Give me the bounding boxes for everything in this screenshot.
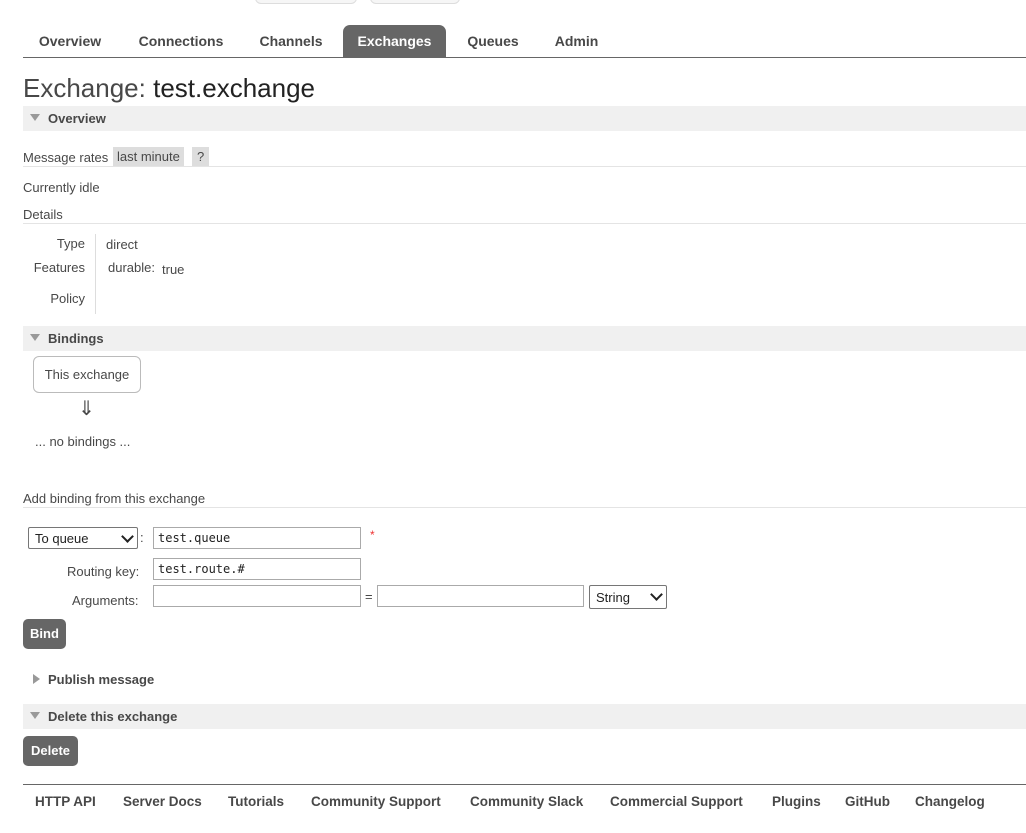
- colon-separator: :: [140, 530, 144, 545]
- type-value: direct: [106, 237, 138, 252]
- no-bindings-text: ... no bindings ...: [35, 434, 131, 449]
- tab-channels[interactable]: Channels: [245, 25, 337, 57]
- top-button-stub: [255, 0, 357, 4]
- top-button-stub: [370, 0, 460, 4]
- equals-sign: =: [365, 589, 373, 604]
- type-label: Type: [56, 236, 85, 251]
- destination-type-select[interactable]: To queue: [28, 527, 138, 549]
- help-button[interactable]: ?: [192, 147, 210, 166]
- argument-type-value: String: [596, 590, 630, 605]
- details-divider: [95, 234, 96, 314]
- collapse-triangle-icon: [30, 334, 40, 341]
- policy-label: Policy: [50, 291, 85, 306]
- arguments-label: Arguments:: [72, 593, 139, 608]
- footer-link-http-api[interactable]: HTTP API: [35, 794, 96, 809]
- status-text: Currently idle: [23, 180, 100, 195]
- routing-key-label: Routing key:: [67, 564, 140, 579]
- tab-overview[interactable]: Overview: [23, 25, 117, 57]
- feature-durable-value: true: [162, 262, 185, 277]
- add-binding-heading: Add binding from this exchange: [23, 491, 206, 506]
- down-arrow-icon: ⇓: [78, 398, 95, 420]
- footer-link-changelog[interactable]: Changelog: [915, 794, 985, 809]
- chevron-down-icon: [650, 588, 663, 601]
- collapse-triangle-icon: [30, 712, 40, 719]
- tab-connections[interactable]: Connections: [126, 25, 236, 57]
- footer-link-commercial-support[interactable]: Commercial Support: [610, 794, 743, 809]
- section-delete-toggle[interactable]: Delete this exchange: [23, 704, 1026, 729]
- destination-input[interactable]: test.queue: [153, 527, 361, 549]
- destination-type-value: To queue: [35, 531, 89, 546]
- page-title: Exchange: test.exchange: [23, 73, 315, 104]
- divider: [23, 223, 1026, 224]
- footer-link-server-docs[interactable]: Server Docs: [123, 794, 202, 809]
- routing-key-input[interactable]: test.route.#: [153, 558, 361, 580]
- section-bindings-toggle[interactable]: Bindings: [23, 326, 1026, 351]
- message-rates-label: Message rates: [23, 150, 109, 165]
- page-title-prefix: Exchange:: [23, 73, 146, 103]
- features-label: Features: [33, 260, 85, 275]
- divider: [23, 507, 1026, 508]
- section-publish-label: Publish message: [48, 672, 155, 687]
- main-nav-tabs: Overview Connections Channels Exchanges …: [23, 25, 1026, 58]
- chevron-down-icon: [121, 530, 134, 543]
- section-publish-toggle[interactable]: Publish message: [23, 667, 1026, 692]
- footer-link-community-slack[interactable]: Community Slack: [470, 794, 583, 809]
- tab-admin[interactable]: Admin: [541, 25, 612, 57]
- exchange-name: test.exchange: [153, 73, 315, 103]
- footer-link-community-support[interactable]: Community Support: [311, 794, 441, 809]
- bind-button[interactable]: Bind: [23, 619, 66, 649]
- tab-exchanges[interactable]: Exchanges: [343, 25, 446, 57]
- argument-type-select[interactable]: String: [589, 585, 667, 609]
- section-delete-label: Delete this exchange: [48, 709, 178, 724]
- details-heading: Details: [23, 207, 63, 222]
- required-mark: *: [370, 528, 375, 542]
- collapse-triangle-icon: [30, 114, 40, 121]
- footer-link-github[interactable]: GitHub: [845, 794, 890, 809]
- this-exchange-box: This exchange: [33, 356, 141, 393]
- section-overview-toggle[interactable]: Overview: [23, 106, 1026, 131]
- footer: HTTP API Server Docs Tutorials Community…: [23, 784, 1026, 825]
- expand-triangle-icon: [33, 674, 40, 684]
- section-overview-label: Overview: [48, 111, 106, 126]
- tab-queues[interactable]: Queues: [455, 25, 531, 57]
- argument-key-input[interactable]: [153, 585, 361, 607]
- argument-value-input[interactable]: [377, 585, 584, 607]
- delete-button[interactable]: Delete: [23, 736, 78, 766]
- message-rates-period[interactable]: last minute: [113, 147, 184, 166]
- footer-link-tutorials[interactable]: Tutorials: [228, 794, 284, 809]
- footer-link-plugins[interactable]: Plugins: [772, 794, 821, 809]
- section-bindings-label: Bindings: [48, 331, 104, 346]
- divider: [23, 166, 1026, 167]
- feature-durable-key: durable:: [108, 260, 155, 275]
